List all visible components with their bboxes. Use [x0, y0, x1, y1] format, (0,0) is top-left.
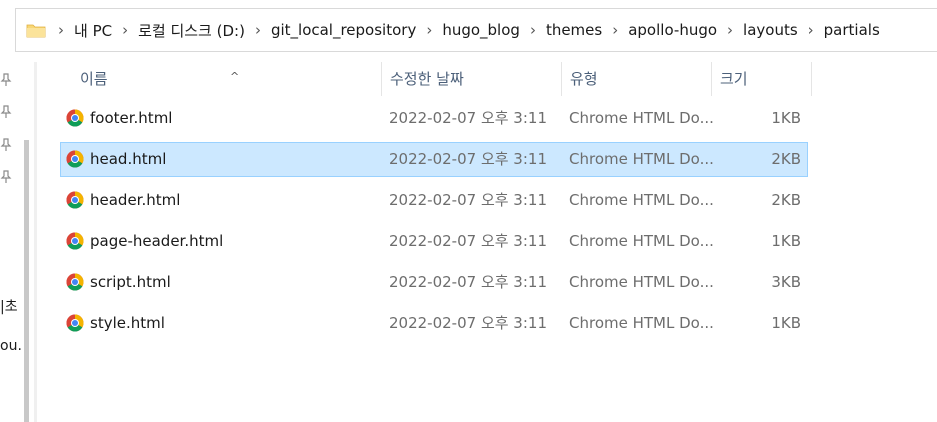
- column-header-row: 이름 ^ 수정한 날짜 유형 크기: [62, 62, 812, 96]
- folder-icon: [26, 22, 46, 38]
- column-header-size[interactable]: 크기: [712, 62, 812, 96]
- file-name: script.html: [90, 273, 171, 291]
- chevron-right-icon[interactable]: ›: [251, 21, 265, 39]
- file-row[interactable]: page-header.html 2022-02-07 오후 3:11 Chro…: [60, 224, 808, 259]
- chrome-icon: [66, 232, 84, 250]
- chrome-icon: [66, 109, 84, 127]
- chevron-right-icon[interactable]: ›: [422, 21, 436, 39]
- chevron-right-icon[interactable]: ›: [118, 21, 132, 39]
- breadcrumb-item[interactable]: git_local_repository: [265, 21, 422, 39]
- file-type: Chrome HTML Do...: [569, 232, 714, 250]
- column-header-name[interactable]: 이름 ^: [72, 62, 382, 96]
- file-type: Chrome HTML Do...: [569, 109, 714, 127]
- file-size: 1KB: [771, 109, 801, 127]
- chevron-right-icon[interactable]: ›: [608, 21, 622, 39]
- navigation-scrollbar[interactable]: [24, 140, 29, 422]
- sort-ascending-icon: ^: [230, 70, 240, 83]
- file-date: 2022-02-07 오후 3:11: [389, 150, 547, 168]
- column-header-type[interactable]: 유형: [562, 62, 712, 96]
- column-header-date[interactable]: 수정한 날짜: [382, 62, 562, 96]
- file-type: Chrome HTML Do...: [569, 273, 714, 291]
- pin-icon[interactable]: [0, 138, 14, 152]
- pin-icon[interactable]: [0, 170, 14, 184]
- chrome-icon: [66, 191, 84, 209]
- file-name: page-header.html: [90, 232, 224, 250]
- file-size: 1KB: [771, 232, 801, 250]
- file-date: 2022-02-07 오후 3:11: [389, 232, 547, 250]
- breadcrumb-item[interactable]: 로컬 디스크 (D:): [132, 20, 251, 41]
- breadcrumb-item[interactable]: themes: [540, 21, 608, 39]
- file-row[interactable]: style.html 2022-02-07 오후 3:11 Chrome HTM…: [60, 306, 808, 341]
- column-header-label: 이름: [80, 70, 108, 88]
- chevron-right-icon: ›: [58, 21, 64, 39]
- file-name: footer.html: [90, 109, 173, 127]
- file-size: 2KB: [771, 191, 801, 209]
- chrome-icon: [66, 273, 84, 291]
- breadcrumb-item[interactable]: hugo_blog: [436, 21, 526, 39]
- file-row[interactable]: header.html 2022-02-07 오후 3:11 Chrome HT…: [60, 183, 808, 218]
- column-header-label: 수정한 날짜: [390, 70, 464, 88]
- file-date: 2022-02-07 오후 3:11: [389, 109, 547, 127]
- file-type: Chrome HTML Do...: [569, 314, 714, 332]
- column-header-label: 유형: [570, 70, 598, 88]
- file-name: head.html: [90, 150, 167, 168]
- chevron-right-icon[interactable]: ›: [804, 21, 818, 39]
- column-header-label: 크기: [720, 70, 748, 88]
- nav-item-label[interactable]: ou.: [0, 338, 22, 354]
- chrome-icon: [66, 150, 84, 168]
- file-size: 2KB: [771, 150, 801, 168]
- breadcrumb-item[interactable]: 내 PC: [68, 20, 118, 41]
- file-type: Chrome HTML Do...: [569, 150, 714, 168]
- breadcrumb-item[interactable]: apollo-hugo: [622, 21, 723, 39]
- file-row-selected[interactable]: head.html 2022-02-07 오후 3:11 Chrome HTML…: [60, 142, 808, 177]
- pin-icon[interactable]: [0, 105, 14, 119]
- file-date: 2022-02-07 오후 3:11: [389, 273, 547, 291]
- file-type: Chrome HTML Do...: [569, 191, 714, 209]
- breadcrumb-item-current[interactable]: partials: [818, 21, 886, 39]
- file-row[interactable]: script.html 2022-02-07 오후 3:11 Chrome HT…: [60, 265, 808, 300]
- file-date: 2022-02-07 오후 3:11: [389, 314, 547, 332]
- file-size: 1KB: [771, 314, 801, 332]
- file-name: style.html: [90, 314, 165, 332]
- pane-divider[interactable]: [34, 62, 37, 422]
- address-bar[interactable]: › 내 PC › 로컬 디스크 (D:) › git_local_reposit…: [15, 8, 937, 52]
- chevron-right-icon[interactable]: ›: [526, 21, 540, 39]
- pin-icon[interactable]: [0, 73, 14, 87]
- file-name: header.html: [90, 191, 181, 209]
- breadcrumb-item[interactable]: layouts: [737, 21, 804, 39]
- chevron-right-icon[interactable]: ›: [723, 21, 737, 39]
- file-list: footer.html 2022-02-07 오후 3:11 Chrome HT…: [60, 101, 808, 347]
- file-size: 3KB: [771, 273, 801, 291]
- file-date: 2022-02-07 오후 3:11: [389, 191, 547, 209]
- file-row[interactable]: footer.html 2022-02-07 오후 3:11 Chrome HT…: [60, 101, 808, 136]
- nav-item-label[interactable]: |초: [0, 296, 18, 316]
- chrome-icon: [66, 314, 84, 332]
